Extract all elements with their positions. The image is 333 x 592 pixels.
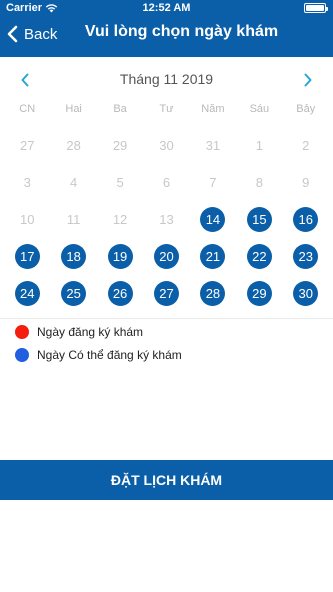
calendar-day-disabled: 13 <box>143 201 189 238</box>
battery-icon <box>304 3 328 13</box>
day-number: 30 <box>159 138 174 153</box>
calendar-day-available[interactable]: 27 <box>143 275 189 312</box>
day-number: 28 <box>200 281 226 306</box>
calendar-day-disabled: 3 <box>4 164 50 201</box>
calendar-day-available[interactable]: 18 <box>50 238 96 275</box>
calendar-day-grid: 27 28 29 30 31 1 2 3 4 5 6 7 8 9 10 11 12 13 14 15 16 17 18 19 2… <box>4 127 329 312</box>
day-number: 7 <box>209 175 217 190</box>
day-number: 14 <box>200 207 226 232</box>
calendar-day-disabled: 7 <box>190 164 236 201</box>
calendar-day-disabled: 30 <box>143 127 189 164</box>
calendar-day-disabled: 6 <box>143 164 189 201</box>
calendar-day-disabled: 8 <box>236 164 282 201</box>
day-number: 6 <box>162 175 171 190</box>
weekday-label: Bảy <box>296 103 316 115</box>
calendar-day-available[interactable]: 23 <box>283 238 329 275</box>
calendar-day-disabled: 4 <box>50 164 96 201</box>
day-number: 30 <box>293 281 319 306</box>
calendar-day-available[interactable]: 14 <box>190 201 236 238</box>
legend: Ngày đăng ký khám Ngày Có thể đăng ký kh… <box>0 318 333 433</box>
calendar-day-available[interactable]: 26 <box>97 275 143 312</box>
calendar-day-disabled: 31 <box>190 127 236 164</box>
day-number: 8 <box>255 175 263 190</box>
day-number: 3 <box>23 175 31 190</box>
calendar-day-disabled: 10 <box>4 201 50 238</box>
calendar-day-available[interactable]: 25 <box>50 275 96 312</box>
calendar-day-available[interactable]: 21 <box>190 238 236 275</box>
weekday-label: Tư <box>159 103 174 115</box>
day-number: 4 <box>70 175 78 190</box>
calendar-day-available[interactable]: 29 <box>236 275 282 312</box>
day-number: 22 <box>246 244 272 269</box>
day-number: 2 <box>302 138 310 153</box>
calendar-day-disabled: 11 <box>50 201 96 238</box>
calendar-day-disabled: 9 <box>283 164 329 201</box>
calendar-day-available[interactable]: 15 <box>236 201 282 238</box>
status-bar: Carrier 12:52 AM <box>0 0 333 16</box>
calendar-day-disabled: 29 <box>97 127 143 164</box>
calendar-day-available[interactable]: 17 <box>4 238 50 275</box>
day-number: 24 <box>14 281 40 306</box>
day-number: 16 <box>293 207 319 232</box>
calendar-day-available[interactable]: 19 <box>97 238 143 275</box>
calendar-day-disabled: 1 <box>236 127 282 164</box>
day-number: 21 <box>200 244 226 269</box>
calendar-day-disabled: 5 <box>97 164 143 201</box>
day-number: 26 <box>107 281 133 306</box>
day-number: 31 <box>205 138 221 153</box>
next-month-button[interactable] <box>297 69 319 91</box>
calendar-day-available[interactable]: 16 <box>283 201 329 238</box>
month-navigation: Tháng 11 2019 <box>0 69 333 91</box>
calendar-day-disabled: 28 <box>50 127 96 164</box>
day-number: 18 <box>61 244 87 269</box>
calendar-day-disabled: 12 <box>97 201 143 238</box>
day-number: 29 <box>112 138 128 153</box>
calendar-day-disabled: 2 <box>283 127 329 164</box>
day-number: 27 <box>19 138 35 153</box>
weekday-label: Hai <box>65 103 82 115</box>
chevron-right-icon <box>304 73 312 87</box>
day-number: 23 <box>293 244 319 269</box>
day-number: 27 <box>153 281 179 306</box>
day-number: 11 <box>66 212 81 227</box>
day-number: 13 <box>159 212 174 227</box>
day-number: 12 <box>112 212 128 227</box>
calendar-day-available[interactable]: 24 <box>4 275 50 312</box>
day-number: 17 <box>14 244 40 269</box>
nav-header: Carrier 12:52 AM Back Vui lòng chọn ngày… <box>0 0 333 57</box>
day-number: 28 <box>66 138 81 153</box>
day-number: 9 <box>302 175 310 190</box>
clock: 12:52 AM <box>142 2 191 14</box>
calendar-day-available[interactable]: 20 <box>143 238 189 275</box>
page-title: Vui lòng chọn ngày khám <box>84 23 279 40</box>
weekday-label: Ba <box>113 103 127 115</box>
book-appointment-button[interactable]: ĐẶT LỊCH KHÁM <box>0 460 333 500</box>
day-number: 1 <box>255 138 263 153</box>
month-label: Tháng 11 2019 <box>119 71 214 87</box>
day-number: 19 <box>107 244 133 269</box>
red-dot-icon <box>15 325 29 339</box>
day-number: 20 <box>153 244 179 269</box>
legend-label-available: Ngày Có thể đăng ký khám <box>37 348 182 362</box>
blue-dot-icon <box>15 348 29 362</box>
calendar-day-available[interactable]: 30 <box>283 275 329 312</box>
day-number: 29 <box>246 281 272 306</box>
calendar-day-available[interactable]: 22 <box>236 238 282 275</box>
day-number: 5 <box>116 175 124 190</box>
day-number: 15 <box>246 207 272 232</box>
day-number: 25 <box>61 281 87 306</box>
calendar-day-available[interactable]: 28 <box>190 275 236 312</box>
weekday-header: CN Hai Ba Tư Năm Sáu Bảy <box>4 103 329 115</box>
legend-label-registered: Ngày đăng ký khám <box>37 325 144 339</box>
weekday-label: Năm <box>201 103 225 115</box>
legend-item-available: Ngày Có thể đăng ký khám <box>15 347 182 363</box>
legend-item-registered: Ngày đăng ký khám <box>15 324 143 340</box>
calendar-day-disabled: 27 <box>4 127 50 164</box>
weekday-label: CN <box>19 103 36 115</box>
day-number: 10 <box>19 212 35 227</box>
weekday-label: Sáu <box>249 103 270 115</box>
